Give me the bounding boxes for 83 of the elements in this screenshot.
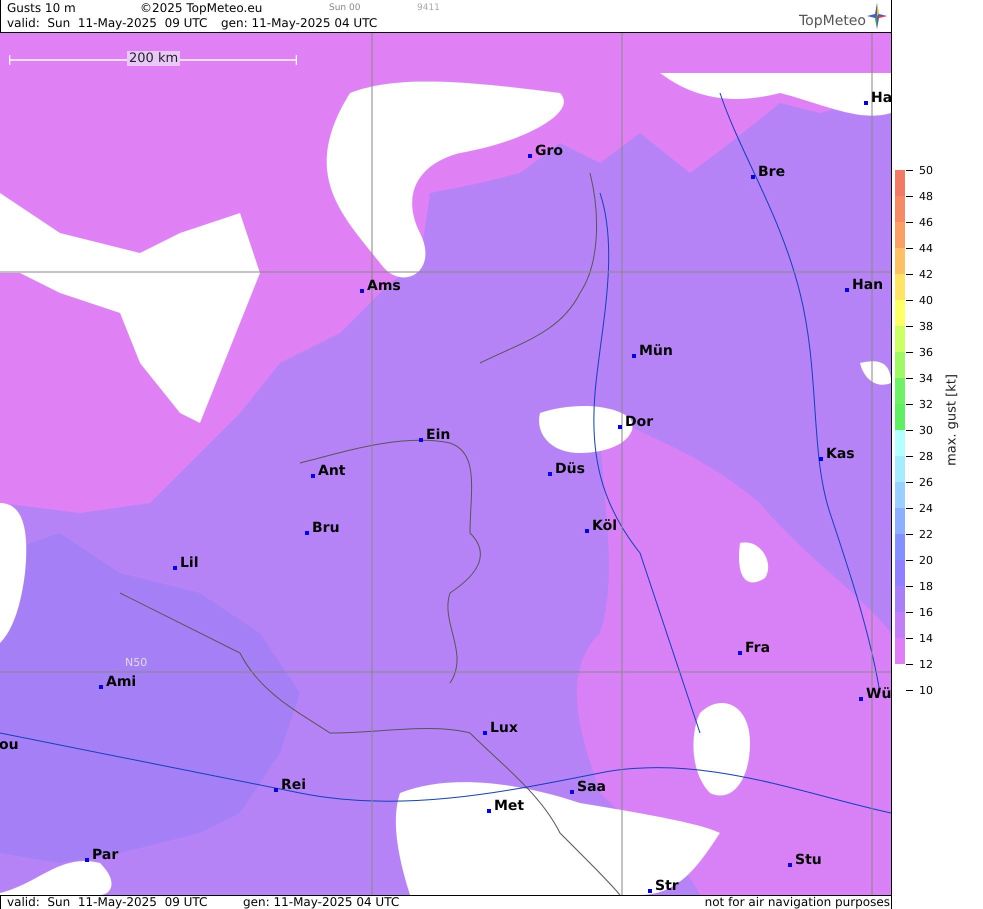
city-marker (99, 685, 103, 689)
legend-title: max. gust [kt] (944, 374, 960, 466)
city-marker (819, 457, 823, 461)
city-marker (570, 790, 574, 794)
city-marker (483, 731, 487, 735)
valid-time: valid: Sun 11-May-2025 09 UTC (7, 896, 208, 909)
scale-tick-label: 42 (919, 268, 933, 280)
city-label: Ha (871, 91, 891, 105)
generated-time: gen: 11-May-2025 04 UTC (243, 896, 400, 909)
city-marker (528, 154, 532, 158)
city-label: Ami (106, 675, 136, 689)
generated-time: gen: 11-May-2025 04 UTC (221, 16, 378, 31)
logo-text: TopMeteo (799, 14, 866, 29)
scale-tick-label: 18 (919, 580, 933, 592)
scale-tick-label: 14 (919, 632, 933, 644)
city-marker (864, 101, 868, 105)
city-marker (751, 175, 755, 179)
city-marker (173, 566, 177, 570)
city-marker (738, 651, 742, 655)
city-marker (859, 697, 863, 701)
scale-tick-label: 12 (919, 658, 933, 670)
city-label: Bre (758, 165, 786, 179)
copyright-text: ©2025 TopMeteo.eu (140, 1, 264, 16)
scale-tick-label: 20 (919, 554, 933, 566)
scale-label: 200 km (127, 51, 180, 66)
run-label: Sun 00 (329, 2, 362, 15)
scale-tick-label: 44 (919, 242, 933, 254)
city-label: Han (852, 278, 884, 292)
map-title: Gusts 10 m (7, 1, 77, 16)
scale-tick-label: 16 (919, 606, 933, 618)
scale-tick-label: 34 (919, 372, 933, 384)
scale-tick-label: 10 (919, 684, 933, 696)
city-label: Bru (312, 521, 340, 535)
city-label: Mün (639, 344, 673, 358)
scale-tick-label: 24 (919, 502, 933, 514)
valid-time: valid: Sun 11-May-2025 09 UTC (7, 16, 208, 31)
scale-tick-label: 30 (919, 424, 933, 436)
city-marker (788, 863, 792, 867)
city-marker (85, 858, 89, 862)
disclaimer-text: not for air navigation purposes (704, 896, 891, 909)
scale-tick-label: 48 (919, 190, 933, 202)
city-label: Dor (625, 415, 654, 429)
scale-tick-label: 50 (919, 164, 933, 176)
city-marker (845, 288, 849, 292)
scale-tick-label: 36 (919, 346, 933, 358)
latitude-label: N50 (125, 656, 148, 669)
city-label: Met (494, 799, 524, 813)
city-label: Lux (490, 721, 518, 735)
city-marker (585, 529, 589, 533)
city-marker (648, 889, 652, 893)
city-label: Ein (426, 428, 450, 442)
city-marker (274, 788, 278, 792)
city-label: Saa (577, 780, 606, 794)
city-label: Düs (555, 462, 585, 476)
scale-tick-label: 40 (919, 294, 933, 306)
city-marker (487, 809, 491, 813)
city-label: Str (655, 879, 679, 893)
city-label: Par (92, 848, 118, 862)
city-label: Rei (281, 778, 306, 792)
city-marker (632, 354, 636, 358)
city-label: Fra (745, 641, 770, 655)
city-label: Stu (795, 853, 822, 867)
scale-tick-label: 32 (919, 398, 933, 410)
city-marker (548, 472, 552, 476)
city-label: Ant (318, 464, 346, 478)
city-label: Gro (535, 144, 564, 158)
city-label: Wü (866, 687, 891, 701)
scale-tick-label: 26 (919, 476, 933, 488)
scale-tick-label: 28 (919, 450, 933, 462)
compass-star-icon (867, 3, 887, 29)
city-label: Ams (367, 279, 401, 293)
city-marker (305, 531, 309, 535)
city-label: Lil (180, 556, 199, 570)
scale-tick-label: 22 (919, 528, 933, 540)
city-marker (311, 474, 315, 478)
city-marker (618, 425, 622, 429)
code-label: 9411 (417, 2, 440, 15)
scale-tick-label: 38 (919, 320, 933, 332)
city-label: Köl (592, 519, 618, 533)
city-label: Kas (826, 447, 855, 461)
city-marker (360, 289, 364, 293)
scale-tick-label: 46 (919, 216, 933, 228)
city-marker (419, 438, 423, 442)
